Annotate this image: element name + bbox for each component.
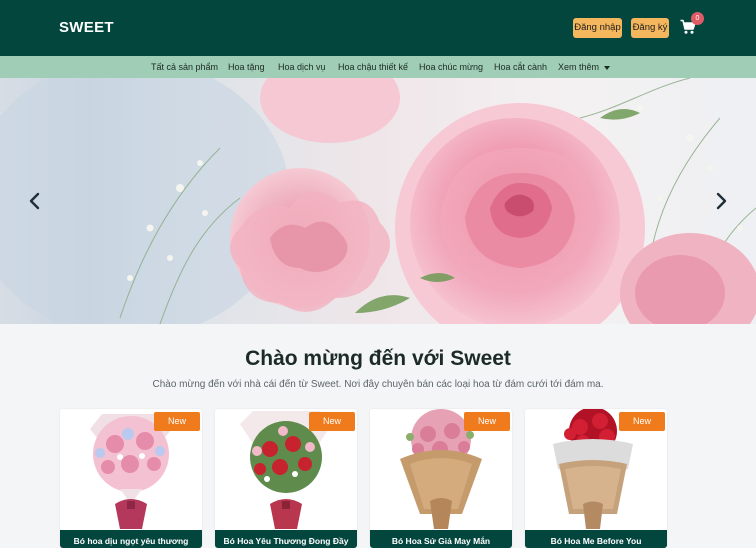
hero-flowers-image: [0, 78, 756, 324]
chevron-left-icon[interactable]: [25, 189, 45, 213]
product-card[interactable]: New Bó Hoa Me Before You: [525, 409, 667, 548]
logo[interactable]: SWEET: [59, 19, 114, 36]
nav-item-service-flowers[interactable]: Hoa dịch vụ: [278, 56, 326, 78]
category-nav: Tất cả sản phẩm Hoa tặng Hoa dịch vụ Hoa…: [0, 56, 756, 78]
cart-count-badge: 0: [691, 12, 704, 25]
nav-item-congrats-flowers[interactable]: Hoa chúc mừng: [419, 56, 483, 78]
product-card[interactable]: New Bó Hoa Sứ Giả May Mắn: [370, 409, 512, 548]
caret-down-icon: [604, 65, 611, 70]
nav-item-all-products[interactable]: Tất cả sản phẩm: [151, 56, 218, 78]
hero-carousel: [0, 78, 756, 324]
chevron-right-icon[interactable]: [711, 189, 731, 213]
nav-item-more-label: Xem thêm: [558, 62, 600, 72]
product-title[interactable]: Bó Hoa Sứ Giả May Mắn: [370, 530, 512, 548]
welcome-title: Chào mừng đến với Sweet: [245, 347, 511, 370]
product-card[interactable]: New Bó Hoa Yêu Thương Đong Đầy: [215, 409, 357, 548]
register-button[interactable]: Đăng ký: [631, 18, 669, 38]
new-badge: New: [619, 412, 665, 431]
product-title[interactable]: Bó Hoa Yêu Thương Đong Đầy: [215, 530, 357, 548]
new-badge: New: [154, 412, 200, 431]
product-card[interactable]: New Bó hoa dịu ngọt yêu thương: [60, 409, 202, 548]
nav-item-cut-flowers[interactable]: Hoa cắt cành: [494, 56, 547, 78]
header: SWEET Đăng nhập Đăng ký 0: [0, 0, 756, 56]
nav-item-gift-flowers[interactable]: Hoa tặng: [228, 56, 265, 78]
new-badge: New: [309, 412, 355, 431]
product-title[interactable]: Bó hoa dịu ngọt yêu thương: [60, 530, 202, 548]
product-title[interactable]: Bó Hoa Me Before You: [525, 530, 667, 548]
nav-item-more[interactable]: Xem thêm: [558, 56, 611, 78]
nav-item-potted-flowers[interactable]: Hoa chậu thiết kế: [338, 56, 408, 78]
login-button[interactable]: Đăng nhập: [573, 18, 622, 38]
welcome-subtitle: Chào mừng đến với nhà cái đến từ Sweet. …: [152, 379, 604, 390]
new-badge: New: [464, 412, 510, 431]
